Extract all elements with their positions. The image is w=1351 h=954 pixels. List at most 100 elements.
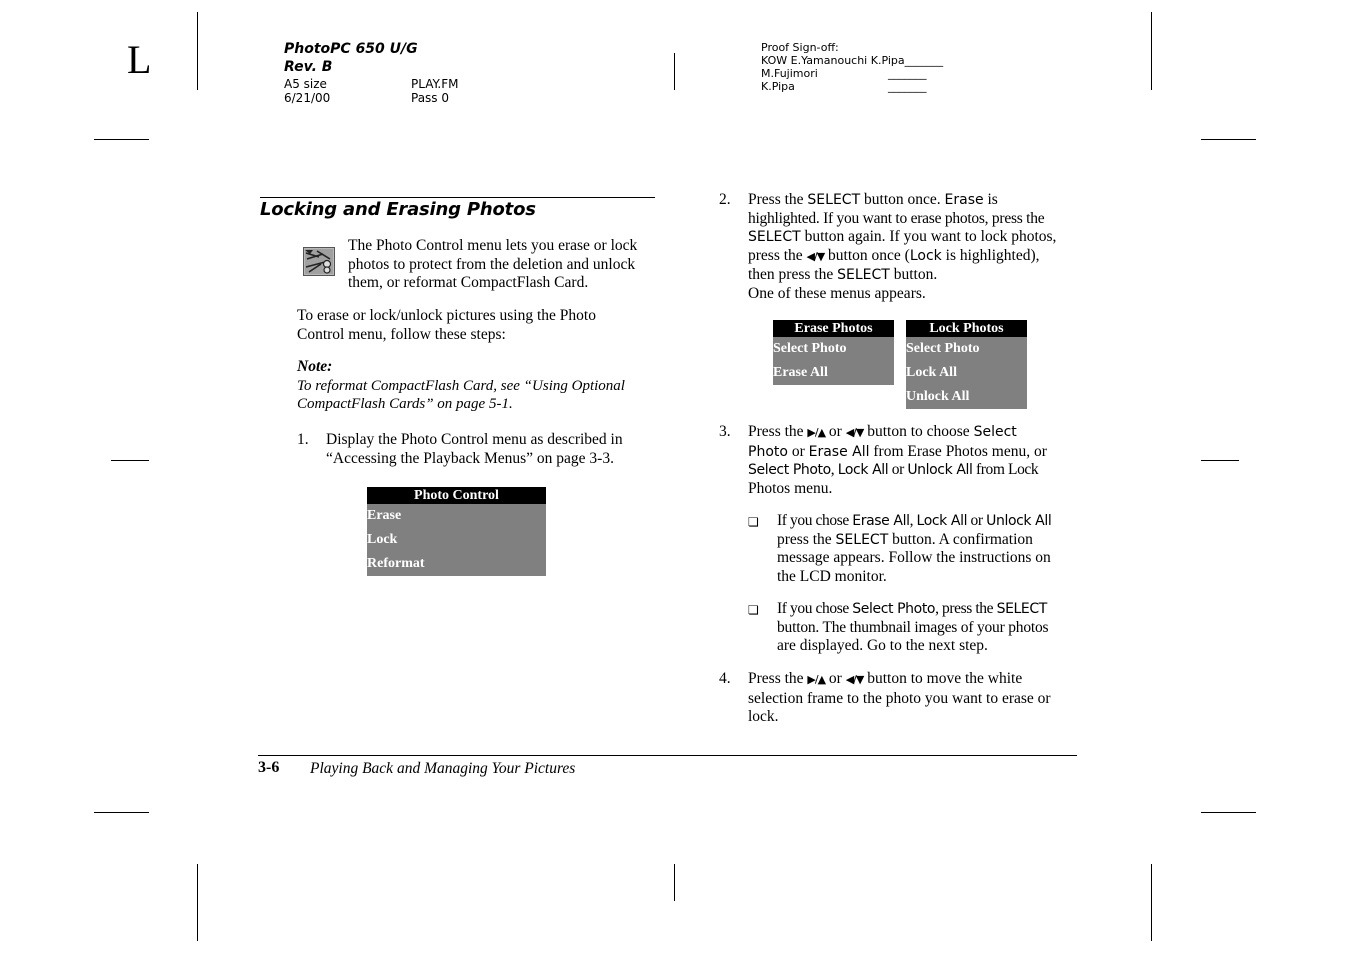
erase-photos-menu: Erase Photos Select Photo Erase All [773,320,894,385]
section-rule [260,197,655,198]
menu-item-lock-all[interactable]: Lock All [906,361,1027,385]
left-down-button-icon: ◀/▼ [845,673,865,686]
proof-title: Proof Sign-off: [761,41,839,54]
step-4: 4. Press the ▶/▲ or ◀/▼ button to move t… [719,670,1084,727]
text-line: One of these menus appears. [748,284,926,302]
step-2: 2. Press the SELECT button once. Erase i… [719,191,1084,303]
right-up-button-icon: ▶/▲ [807,673,826,686]
text-line: Select Photo, Lock All or Unlock All fro… [748,461,1039,478]
text-line: The Photo Control menu lets you erase or… [348,237,638,254]
intro-paragraph: The Photo Control menu lets you erase or… [348,237,658,293]
checkbox-bullet-icon: ❏ [748,603,759,617]
menu-title: Erase Photos [773,320,894,337]
note-block: Note: To reformat CompactFlash Card, see… [297,358,657,414]
menu-item-reformat[interactable]: Reformat [367,552,546,576]
text-line: are displayed. Go to the next step. [777,637,988,654]
proof-name: M.Fujimori [761,67,818,80]
revision: Rev. B [284,59,333,75]
text-line: Press the SELECT button once. Erase is [748,191,998,208]
text-line: lock. [748,708,779,725]
crop-mark [94,139,149,140]
text-line: To erase or lock/unlock pictures using t… [297,307,596,324]
product-name: PhotoPC 650 U/G [284,41,418,57]
crop-mark [674,864,675,901]
step-number: 4. [719,670,731,687]
crop-mark [94,812,149,813]
crop-mark [1201,139,1256,140]
text-line: Photo or Erase All from Erase Photos men… [748,442,1047,460]
bullet-item: ❏ If you chose Select Photo, press the S… [748,600,1088,656]
chapter-title: Playing Back and Managing Your Pictures [310,760,576,777]
proof-line: K.Pipa _______ [761,80,981,93]
left-down-button-icon: ◀/▼ [845,426,865,439]
text-line: If you chose Select Photo, press the SEL… [777,600,1047,617]
bullet-item: ❏ If you chose Erase All, Lock All or Un… [748,512,1088,586]
step-3: 3. Press the ▶/▲ or ◀/▼ button to choose… [719,423,1084,498]
note-label: Note: [297,358,333,375]
photo-control-menu: Photo Control Erase Lock Reformat [367,487,546,576]
text-line: photos to protect from the deletion and … [348,255,636,273]
document-date: 6/21/00 [284,91,331,105]
left-down-button-icon: ◀/▼ [806,249,826,263]
photo-control-icon [303,247,335,276]
file-name: PLAY.FM [411,77,459,91]
text-line: the LCD monitor. [777,567,887,585]
text-line: If you chose Erase All, Lock All or Unlo… [777,512,1052,529]
crop-mark [1151,864,1152,941]
text-line: Control menu, follow these steps: [297,325,506,343]
text-line: them, or reformat CompactFlash Card. [348,274,589,291]
step-number: 1. [297,431,309,448]
crop-mark [197,12,198,90]
proof-signoff: Proof Sign-off: KOW E.Yamanouchi K.Pipa_… [761,41,981,93]
text-line: SELECT button again. If you want to lock… [748,228,1057,245]
crop-mark [1201,812,1256,813]
text-line: Display the Photo Control menu as descri… [326,431,623,448]
proof-blank: _______ [888,67,927,80]
step-1: 1. Display the Photo Control menu as des… [297,431,662,468]
document-header: PhotoPC 650 U/G Rev. B [284,40,504,76]
menu-item-select-photo[interactable]: Select Photo [906,337,1027,361]
menu-item-erase[interactable]: Erase [367,504,546,528]
scissors-card-icon [303,247,335,276]
crop-mark [1201,460,1239,461]
text-line: press the ◀/▼ button once (Lock is highl… [748,246,1040,264]
proof-name: K.Pipa [761,80,795,93]
text-line: highlighted. If you want to erase photos… [748,209,1045,227]
menu-item-unlock-all[interactable]: Unlock All [906,385,1027,409]
proof-line: M.Fujimori _______ [761,67,981,80]
menu-title: Lock Photos [906,320,1027,337]
crop-mark [1151,12,1152,90]
crop-mark [674,53,675,90]
text-line: press the SELECT button. A confirmation [777,530,1033,548]
proof-blank: _______ [888,80,927,93]
text-line: Press the ▶/▲ or ◀/▼ button to choose Se… [748,423,1017,440]
section-title: Locking and Erasing Photos [260,199,536,220]
proof-line: KOW E.Yamanouchi K.Pipa_______ [761,54,944,67]
text-line: “Accessing the Playback Menus” on page 3… [326,449,614,467]
step-number: 2. [719,191,731,208]
crop-mark [111,460,149,461]
lock-photos-menu: Lock Photos Select Photo Lock All Unlock… [906,320,1027,409]
text-line: button. The thumbnail images of your pho… [777,618,1049,636]
corner-letter: L [127,37,152,82]
right-up-button-icon: ▶/▲ [807,426,826,439]
menu-title: Photo Control [367,487,546,504]
pass-number: Pass 0 [411,91,450,105]
lead-paragraph: To erase or lock/unlock pictures using t… [297,307,657,344]
text-line: Press the ▶/▲ or ◀/▼ button to move the … [748,670,1023,687]
menu-item-select-photo[interactable]: Select Photo [773,337,894,361]
checkbox-bullet-icon: ❏ [748,515,759,529]
menu-item-erase-all[interactable]: Erase All [773,361,894,385]
text-line: message appears. Follow the instructions… [777,549,1051,566]
menu-item-lock[interactable]: Lock [367,528,546,552]
text-line: then press the SELECT button. [748,266,938,283]
text-line: To reformat CompactFlash Card, see “Usin… [297,377,625,394]
text-line: Photos menu. [748,479,833,497]
footer-rule [258,755,1077,756]
page-size: A5 size [284,77,327,91]
crop-mark [197,864,198,941]
text-line: CompactFlash Cards” on page 5-1. [297,396,513,412]
text-line: selection frame to the photo you want to… [748,689,1051,707]
step-number: 3. [719,423,731,440]
note-text: To reformat CompactFlash Card, see “Usin… [297,377,657,414]
